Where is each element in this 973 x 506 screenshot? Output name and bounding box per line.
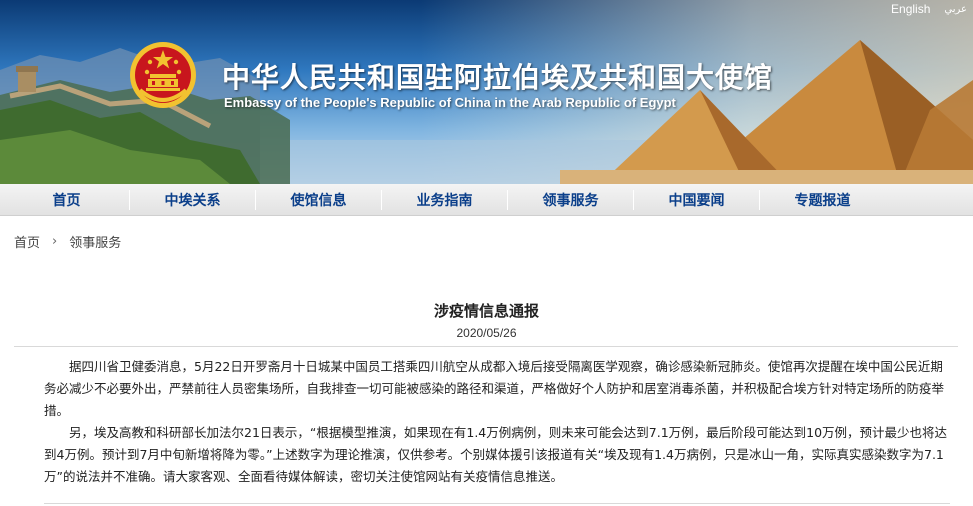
nav-link-service-guide[interactable]: 业务指南 — [386, 190, 503, 210]
lang-english-link[interactable]: English — [891, 2, 930, 16]
nav-divider — [381, 189, 382, 210]
nav-item-service-guide: 业务指南 — [386, 184, 512, 216]
lang-arabic-link[interactable]: عربي — [944, 4, 967, 15]
nav-item-china-news: 中国要闻 — [638, 184, 764, 216]
nav-item-consular-services: 领事服务 — [512, 184, 638, 216]
nav-item-home: 首页 — [8, 184, 134, 216]
nav-link-consular-services[interactable]: 领事服务 — [512, 190, 629, 210]
nav-link-special-reports[interactable]: 专题报道 — [764, 190, 881, 210]
site-title-english: Embassy of the People's Republic of Chin… — [224, 95, 676, 110]
article-paragraph: 另，埃及高教和科研部长加法尔21日表示，“根据模型推演，如果现在有1.4万例病例… — [44, 425, 948, 484]
site-title-chinese: 中华人民共和国驻阿拉伯埃及共和国大使馆 — [222, 61, 774, 94]
nav-link-china-egypt-relations[interactable]: 中埃关系 — [134, 190, 251, 210]
nav-item-china-egypt-relations: 中埃关系 — [134, 184, 260, 216]
article-date: 2020/05/26 — [456, 326, 517, 340]
nav-link-embassy-info[interactable]: 使馆信息 — [260, 190, 377, 210]
breadcrumb-home-link[interactable]: 首页 — [14, 232, 40, 251]
language-switcher: English عربي — [891, 2, 967, 16]
nav-divider — [507, 189, 508, 210]
breadcrumb-consular-services-link[interactable]: 领事服务 — [69, 232, 121, 251]
nav-divider — [633, 189, 634, 210]
breadcrumb: 首页 › 领事服务 — [14, 232, 121, 251]
nav-divider — [255, 189, 256, 210]
national-emblem-logo — [130, 42, 196, 108]
divider — [44, 503, 950, 504]
chevron-right-icon: › — [52, 234, 58, 249]
nav-link-china-news[interactable]: 中国要闻 — [638, 190, 755, 210]
article-title: 涉疫情信息通报 — [433, 302, 539, 320]
nav-divider — [759, 189, 760, 210]
nav-link-home[interactable]: 首页 — [8, 190, 125, 210]
nav-item-special-reports: 专题报道 — [764, 184, 881, 216]
header-banner: English عربي 中华人民共和国驻阿拉伯埃及共和国大使馆 Embassy… — [0, 0, 973, 184]
nav-divider — [129, 189, 130, 210]
main-navigation: 首页 中埃关系 使馆信息 业务指南 领事服务 中国要闻 专题报道 — [0, 184, 973, 216]
article-paragraph: 据四川省卫健委消息，5月22日开罗斋月十日城某中国员工搭乘四川航空从成都入境后接… — [44, 359, 945, 418]
article-body: 据四川省卫健委消息，5月22日开罗斋月十日城某中国员工搭乘四川航空从成都入境后接… — [44, 356, 950, 488]
divider — [14, 346, 958, 347]
nav-item-embassy-info: 使馆信息 — [260, 184, 386, 216]
